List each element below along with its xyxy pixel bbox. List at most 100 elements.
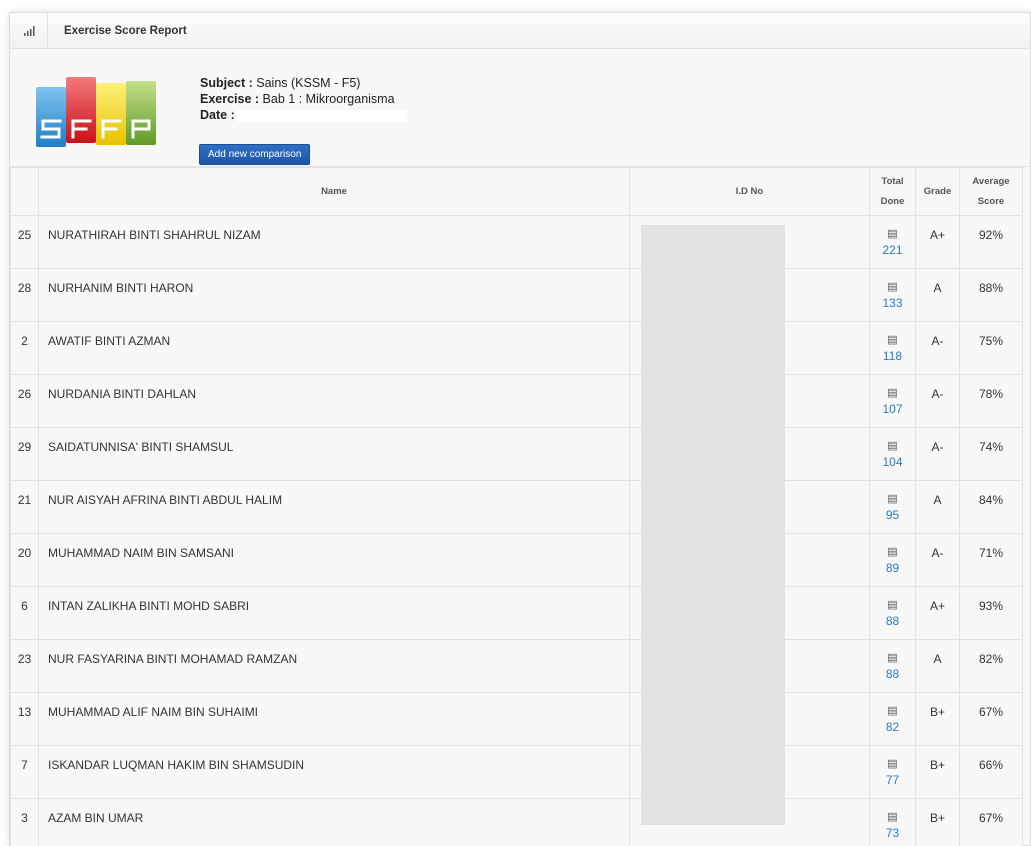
- average-score: 67%: [959, 692, 1023, 746]
- student-name: AWATIF BINTI AZMAN: [38, 321, 630, 375]
- average-score: 78%: [959, 374, 1023, 428]
- column-header-average-score[interactable]: Average Score: [959, 167, 1023, 216]
- table-row: 28 NURHANIM BINTI HARON ▤ 133 A 88%: [10, 268, 1023, 322]
- total-done-link[interactable]: 107: [870, 399, 915, 419]
- average-score: 92%: [959, 215, 1023, 269]
- total-done-cell: ▤ 221: [869, 215, 916, 269]
- score-table: Name I.D No Total Done Grade Average Score…: [10, 167, 1023, 846]
- total-done-cell: ▤ 118: [869, 321, 916, 375]
- row-number: 23: [10, 639, 39, 693]
- row-number: 6: [10, 586, 39, 640]
- row-number: 28: [10, 268, 39, 322]
- panel-title: Exercise Score Report: [64, 24, 187, 37]
- grade: A+: [915, 215, 960, 269]
- row-number: 2: [10, 321, 39, 375]
- row-number: 21: [10, 480, 39, 534]
- subject-value: Sains (KSSM - F5): [252, 76, 361, 90]
- list-icon[interactable]: ▤: [870, 228, 915, 240]
- grade: A+: [915, 586, 960, 640]
- date-value: [236, 109, 407, 122]
- row-number: 26: [10, 374, 39, 428]
- table-row: 3 AZAM BIN UMAR ▤ 73 B+ 67%: [10, 798, 1023, 846]
- total-done-link[interactable]: 104: [870, 452, 915, 472]
- table-row: 26 NURDANIA BINTI DAHLAN ▤ 107 A- 78%: [10, 374, 1023, 428]
- list-icon[interactable]: ▤: [870, 546, 915, 558]
- table-row: 6 INTAN ZALIKHA BINTI MOHD SABRI ▤ 88 A+ 93%: [10, 586, 1023, 640]
- table-row: 23 NUR FASYARINA BINTI MOHAMAD RAMZAN ▤ 88 A…: [10, 639, 1023, 693]
- total-done-cell: ▤ 88: [869, 639, 916, 693]
- average-score: 66%: [959, 745, 1023, 799]
- total-done-cell: ▤ 89: [869, 533, 916, 587]
- student-name: NUR FASYARINA BINTI MOHAMAD RAMZAN: [38, 639, 630, 693]
- row-number: 20: [10, 533, 39, 587]
- column-header-grade[interactable]: Grade: [915, 167, 960, 216]
- student-name: NURHANIM BINTI HARON: [38, 268, 630, 322]
- column-header-name[interactable]: Name: [38, 167, 630, 216]
- average-score: 82%: [959, 639, 1023, 693]
- list-icon[interactable]: ▤: [870, 387, 915, 399]
- average-score: 84%: [959, 480, 1023, 534]
- grade: A: [915, 480, 960, 534]
- list-icon[interactable]: ▤: [870, 758, 915, 770]
- total-done-link[interactable]: 77: [870, 770, 915, 790]
- total-done-link[interactable]: 88: [870, 611, 915, 631]
- report-info: Subject : Sains (KSSM - F5) Exercise : B…: [10, 49, 1030, 167]
- table-header-row: Name I.D No Total Done Grade Average Score: [10, 167, 1023, 216]
- date-label: Date :: [200, 108, 235, 122]
- student-name: NURATHIRAH BINTI SHAHRUL NIZAM: [38, 215, 630, 269]
- table-row: 20 MUHAMMAD NAIM BIN SAMSANI ▤ 89 A- 71%: [10, 533, 1023, 587]
- grade: A-: [915, 533, 960, 587]
- total-done-link[interactable]: 88: [870, 664, 915, 684]
- total-done-link[interactable]: 221: [870, 240, 915, 260]
- student-name: INTAN ZALIKHA BINTI MOHD SABRI: [38, 586, 630, 640]
- list-icon[interactable]: ▤: [870, 599, 915, 611]
- total-done-link[interactable]: 133: [870, 293, 915, 313]
- row-number: 29: [10, 427, 39, 481]
- subject-label: Subject :: [200, 76, 253, 90]
- average-score: 74%: [959, 427, 1023, 481]
- grade: A-: [915, 374, 960, 428]
- list-icon[interactable]: ▤: [870, 652, 915, 664]
- list-icon[interactable]: ▤: [870, 705, 915, 717]
- redacted-id-area: [641, 225, 785, 825]
- grade: B+: [915, 798, 960, 846]
- total-done-cell: ▤ 107: [869, 374, 916, 428]
- total-done-cell: ▤ 88: [869, 586, 916, 640]
- total-done-link[interactable]: 89: [870, 558, 915, 578]
- panel-header: Exercise Score Report: [10, 13, 1030, 49]
- table-row: 25 NURATHIRAH BINTI SHAHRUL NIZAM ▤ 221 A+ 92…: [10, 215, 1023, 269]
- grade: A: [915, 639, 960, 693]
- table-row: 7 ISKANDAR LUQMAN HAKIM BIN SHAMSUDIN ▤ 77 B…: [10, 745, 1023, 799]
- student-name: MUHAMMAD NAIM BIN SAMSANI: [38, 533, 630, 587]
- add-new-comparison-button[interactable]: Add new comparison: [199, 144, 311, 165]
- total-done-cell: ▤ 82: [869, 692, 916, 746]
- table-row: 2 AWATIF BINTI AZMAN ▤ 118 A- 75%: [10, 321, 1023, 375]
- list-icon[interactable]: ▤: [870, 281, 915, 293]
- grade: B+: [915, 745, 960, 799]
- row-number: 25: [10, 215, 39, 269]
- table-row: 29 SAIDATUNNISA' BINTI SHAMSUL ▤ 104 A- 74%: [10, 427, 1023, 481]
- average-score: 75%: [959, 321, 1023, 375]
- list-icon[interactable]: ▤: [870, 811, 915, 823]
- list-icon[interactable]: ▤: [870, 493, 915, 505]
- row-number: 13: [10, 692, 39, 746]
- list-icon[interactable]: ▤: [870, 334, 915, 346]
- student-name: NUR AISYAH AFRINA BINTI ABDUL HALIM: [38, 480, 630, 534]
- total-done-link[interactable]: 95: [870, 505, 915, 525]
- row-number: 7: [10, 745, 39, 799]
- grade: A: [915, 268, 960, 322]
- total-done-link[interactable]: 73: [870, 823, 915, 843]
- student-name: NURDANIA BINTI DAHLAN: [38, 374, 630, 428]
- total-done-link[interactable]: 82: [870, 717, 915, 737]
- column-header-total-done[interactable]: Total Done: [869, 167, 916, 216]
- grade: B+: [915, 692, 960, 746]
- column-header-id[interactable]: I.D No: [629, 167, 870, 216]
- average-score: 93%: [959, 586, 1023, 640]
- exercise-value: Bab 1 : Mikroorganisma: [259, 92, 395, 106]
- average-score: 88%: [959, 268, 1023, 322]
- score-report-panel: Exercise Score Report Subject : Sains (K…: [9, 12, 1031, 846]
- total-done-cell: ▤ 77: [869, 745, 916, 799]
- list-icon[interactable]: ▤: [870, 440, 915, 452]
- total-done-link[interactable]: 118: [870, 346, 915, 366]
- total-done-cell: ▤ 73: [869, 798, 916, 846]
